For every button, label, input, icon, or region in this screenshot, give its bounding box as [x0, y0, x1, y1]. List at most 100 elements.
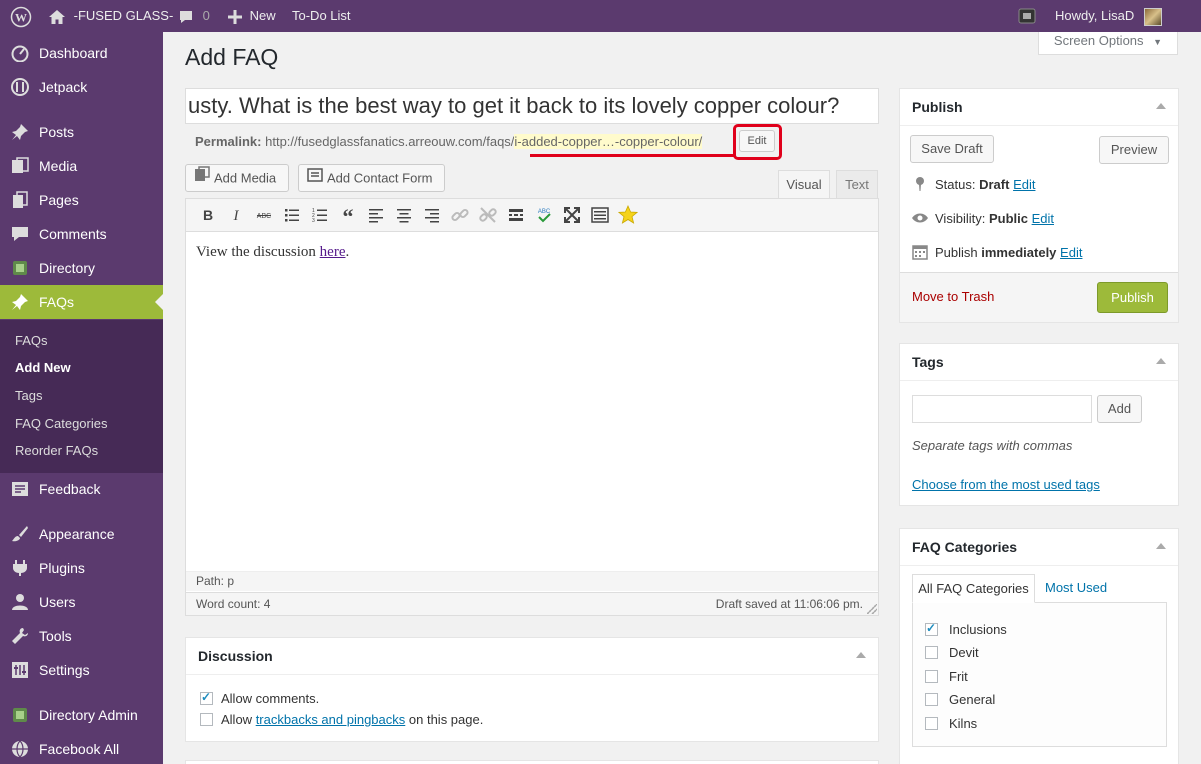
sidebar-item-comments[interactable]: Comments: [0, 217, 163, 251]
sidebar-item-label: Directory Admin: [39, 707, 138, 723]
choose-tags-link[interactable]: Choose from the most used tags: [912, 477, 1100, 492]
sidebar-item-plugins[interactable]: Plugins: [0, 551, 163, 585]
sidebar-item-posts[interactable]: Posts: [0, 115, 163, 149]
visibility-row: Visibility: Public Edit: [935, 211, 1054, 226]
permalink-slug[interactable]: i-added-copper…-copper-colour/: [514, 134, 703, 149]
screen-options-toggle[interactable]: Screen Options ▼: [1038, 32, 1178, 55]
read-more-icon[interactable]: [506, 205, 526, 225]
collapse-toggle-icon[interactable]: [1156, 358, 1166, 364]
post-title-input[interactable]: usty. What is the best way to get it bac…: [185, 88, 879, 124]
add-media-button[interactable]: Add Media: [185, 164, 289, 192]
comment-bubble-icon: [178, 8, 194, 23]
sidebar-item-label: Dashboard: [39, 45, 108, 61]
wordpress-logo-icon[interactable]: W: [10, 0, 32, 32]
tag-input[interactable]: [912, 395, 1092, 423]
unlink-icon[interactable]: [478, 205, 498, 225]
star-icon[interactable]: [617, 204, 639, 225]
pages-icon: [9, 183, 31, 217]
allow-comments-checkbox[interactable]: ✓: [200, 690, 213, 705]
faqs-submenu: FAQs Add New Tags FAQ Categories Reorder…: [0, 320, 163, 473]
highlight-underline: [530, 154, 736, 157]
sidebar-item-appearance[interactable]: Appearance: [0, 517, 163, 551]
tab-all-faq-categories[interactable]: All FAQ Categories: [912, 574, 1035, 603]
publish-button[interactable]: Publish: [1097, 282, 1168, 313]
sidebar-item-dashboard[interactable]: Dashboard: [0, 36, 163, 70]
tab-text[interactable]: Text: [836, 170, 878, 198]
sidebar-item-label: Jetpack: [39, 79, 88, 95]
bold-icon[interactable]: B: [198, 205, 218, 225]
sidebar-item-facebook-all[interactable]: Facebook All: [0, 732, 163, 764]
add-tag-button[interactable]: Add: [1097, 395, 1142, 423]
italic-icon[interactable]: I: [226, 205, 246, 225]
bullet-list-icon[interactable]: [282, 205, 302, 225]
move-to-trash-link[interactable]: Move to Trash: [912, 289, 994, 304]
category-checkbox-frit[interactable]: [925, 670, 938, 683]
highlight-box: [733, 124, 782, 160]
tags-title: Tags: [912, 354, 944, 370]
trackbacks-link[interactable]: trackbacks and pingbacks: [256, 712, 406, 727]
link-icon[interactable]: [450, 205, 470, 225]
strikethrough-icon[interactable]: ABC: [254, 205, 274, 225]
sidebar-item-tools[interactable]: Tools: [0, 619, 163, 653]
sidebar-item-label: Tools: [39, 628, 72, 644]
permalink-label: Permalink:: [195, 134, 262, 149]
submenu-item-add-new[interactable]: Add New: [15, 360, 71, 375]
submenu-item-faq-categories[interactable]: FAQ Categories: [15, 416, 108, 431]
blockquote-icon[interactable]: “: [338, 204, 358, 229]
notification-icon[interactable]: [1018, 0, 1036, 32]
sidebar-item-directory-admin[interactable]: Directory Admin: [0, 698, 163, 732]
sidebar-item-label: Appearance: [39, 526, 115, 542]
site-home-link[interactable]: -FUSED GLASS-: [48, 0, 173, 32]
collapse-toggle-icon[interactable]: [856, 652, 866, 658]
edit-publish-time-link[interactable]: Edit: [1060, 245, 1082, 260]
align-center-icon[interactable]: [394, 205, 414, 225]
category-checkbox-kilns[interactable]: [925, 717, 938, 730]
toolbar-toggle-icon[interactable]: [590, 205, 610, 225]
checkmark-icon: ✓: [201, 690, 212, 704]
save-draft-button[interactable]: Save Draft: [910, 135, 994, 163]
collapse-toggle-icon[interactable]: [1156, 103, 1166, 109]
sidebar-item-faqs[interactable]: FAQs: [0, 285, 163, 319]
edit-visibility-link[interactable]: Edit: [1032, 211, 1054, 226]
sidebar-item-media[interactable]: Media: [0, 149, 163, 183]
allow-trackbacks-checkbox[interactable]: [200, 713, 213, 726]
numbered-list-icon[interactable]: 123: [310, 205, 330, 225]
admin-bar: W -FUSED GLASS- 0 New To-Do List Howdy, …: [0, 0, 1201, 32]
tab-most-used[interactable]: Most Used: [1045, 580, 1107, 595]
sidebar-item-users[interactable]: Users: [0, 585, 163, 619]
submenu-item-tags[interactable]: Tags: [15, 388, 42, 403]
sidebar-item-settings[interactable]: Settings: [0, 653, 163, 687]
word-count: Word count: 4: [196, 597, 271, 611]
collapse-toggle-icon[interactable]: [1156, 543, 1166, 549]
editor-content[interactable]: View the discussion here.: [196, 244, 349, 261]
editor-toolbar: B I ABC 123 “ ABC: [186, 199, 878, 232]
tab-visual[interactable]: Visual: [778, 170, 830, 198]
submenu-item-faqs[interactable]: FAQs: [15, 333, 48, 348]
user-icon: [9, 585, 31, 619]
editor-status-bar: Word count: 4 Draft saved at 11:06:06 pm…: [186, 592, 878, 615]
resize-handle-icon[interactable]: [867, 604, 877, 614]
contact-form-icon: [307, 165, 323, 191]
content-link[interactable]: here: [320, 244, 346, 260]
preview-button[interactable]: Preview: [1099, 136, 1169, 164]
comments-link[interactable]: 0: [178, 0, 210, 32]
sidebar-item-label: Directory: [39, 260, 96, 276]
edit-status-link[interactable]: Edit: [1013, 177, 1035, 192]
align-right-icon[interactable]: [422, 205, 442, 225]
sidebar-item-jetpack[interactable]: Jetpack: [0, 70, 163, 104]
sidebar-item-pages[interactable]: Pages: [0, 183, 163, 217]
submenu-item-reorder-faqs[interactable]: Reorder FAQs: [15, 443, 98, 458]
category-checkbox-devit[interactable]: [925, 646, 938, 659]
new-content-link[interactable]: New: [228, 0, 276, 32]
spellcheck-icon[interactable]: ABC: [534, 205, 554, 225]
account-menu[interactable]: Howdy, LisaD: [1055, 0, 1162, 32]
add-contact-form-button[interactable]: Add Contact Form: [298, 164, 445, 192]
divider: [900, 565, 1178, 566]
align-left-icon[interactable]: [366, 205, 386, 225]
category-checkbox-general[interactable]: [925, 693, 938, 706]
sidebar-item-directory[interactable]: Directory: [0, 251, 163, 285]
category-checkbox-inclusions[interactable]: ✓: [925, 621, 938, 636]
sidebar-item-feedback[interactable]: Feedback: [0, 472, 163, 506]
fullscreen-icon[interactable]: [562, 205, 582, 225]
todo-list-link[interactable]: To-Do List: [292, 0, 351, 32]
